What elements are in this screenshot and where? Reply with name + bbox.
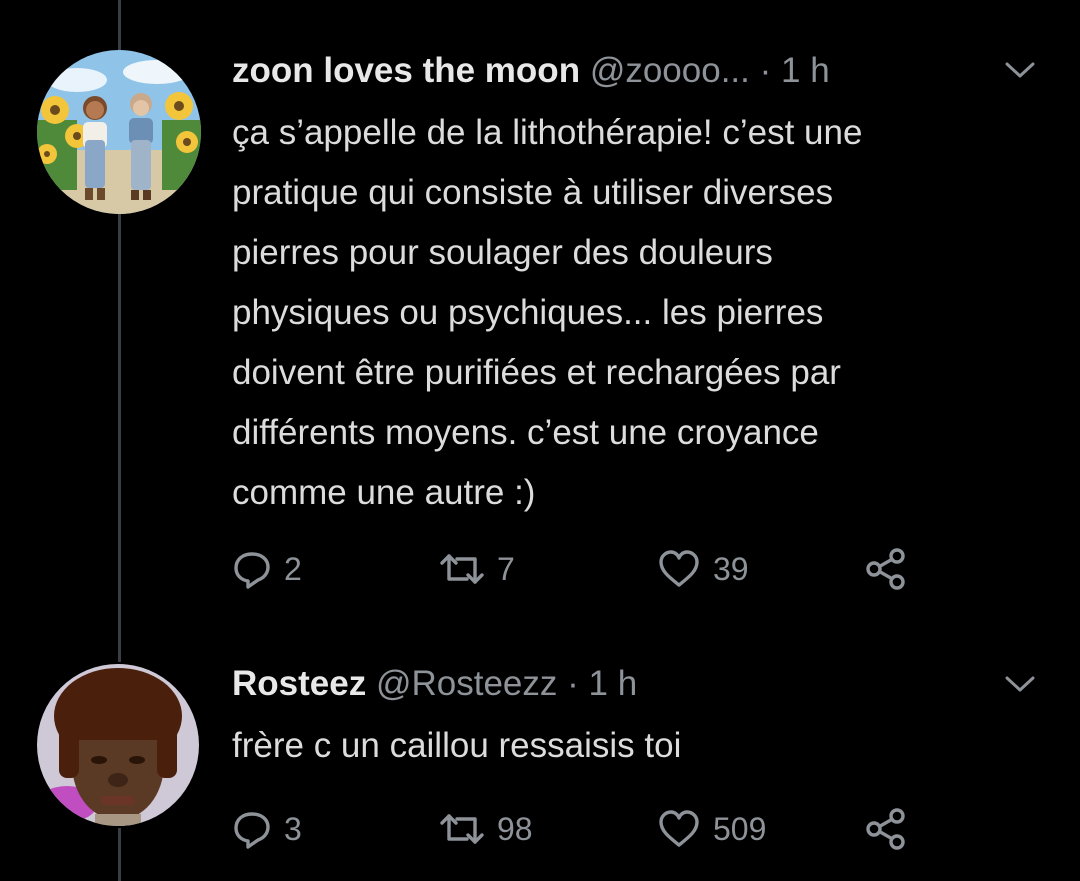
thread-line: [118, 0, 121, 50]
user-handle[interactable]: @Rosteezz: [376, 664, 557, 703]
chevron-down-icon[interactable]: [1003, 58, 1037, 82]
retweet-count: 7: [497, 550, 515, 587]
avatar[interactable]: [37, 50, 201, 214]
thread-line: [118, 214, 121, 662]
separator-dot: ·: [759, 51, 772, 90]
chevron-down-icon[interactable]: [1003, 672, 1037, 696]
timestamp[interactable]: 1 h: [589, 664, 638, 703]
share-button[interactable]: [864, 806, 908, 852]
like-button[interactable]: 39: [657, 546, 749, 592]
retweet-icon: [440, 554, 484, 584]
heart-icon: [659, 810, 699, 847]
reply-icon: [234, 552, 270, 589]
avatar[interactable]: [37, 664, 199, 826]
heart-icon: [659, 550, 699, 587]
tweet-text: frère c un caillou ressaisis toi: [232, 726, 682, 765]
tweet-actions: 3 98 509: [232, 806, 932, 852]
retweet-button[interactable]: 7: [439, 546, 515, 592]
reply-button[interactable]: 2: [232, 546, 302, 592]
retweet-count: 98: [497, 810, 533, 847]
share-icon: [866, 548, 905, 590]
like-count: 509: [713, 810, 767, 847]
like-count: 39: [713, 550, 749, 587]
reply-count: 3: [284, 810, 302, 847]
reply-count: 2: [284, 550, 302, 587]
display-name[interactable]: Rosteez: [232, 664, 366, 703]
tweet-actions: 2 7 39: [232, 546, 932, 592]
display-name[interactable]: zoon loves the moon: [232, 51, 580, 90]
thread-line: [118, 828, 121, 881]
timestamp[interactable]: 1 h: [781, 51, 830, 90]
tweet-header: zoon loves the moon @zoooo... · 1 h: [232, 50, 830, 92]
separator-dot: ·: [567, 664, 579, 703]
retweet-button[interactable]: 98: [439, 806, 533, 852]
tweet-text: ça s’appelle de la lithothérapie! c’est …: [232, 113, 863, 512]
user-handle[interactable]: @zoooo...: [590, 51, 750, 90]
retweet-icon: [440, 814, 484, 844]
reply-button[interactable]: 3: [232, 806, 302, 852]
share-icon: [866, 808, 905, 850]
tweet-header: Rosteez @Rosteezz · 1 h: [232, 663, 637, 705]
share-button[interactable]: [864, 546, 908, 592]
like-button[interactable]: 509: [657, 806, 766, 852]
reply-icon: [234, 812, 270, 849]
